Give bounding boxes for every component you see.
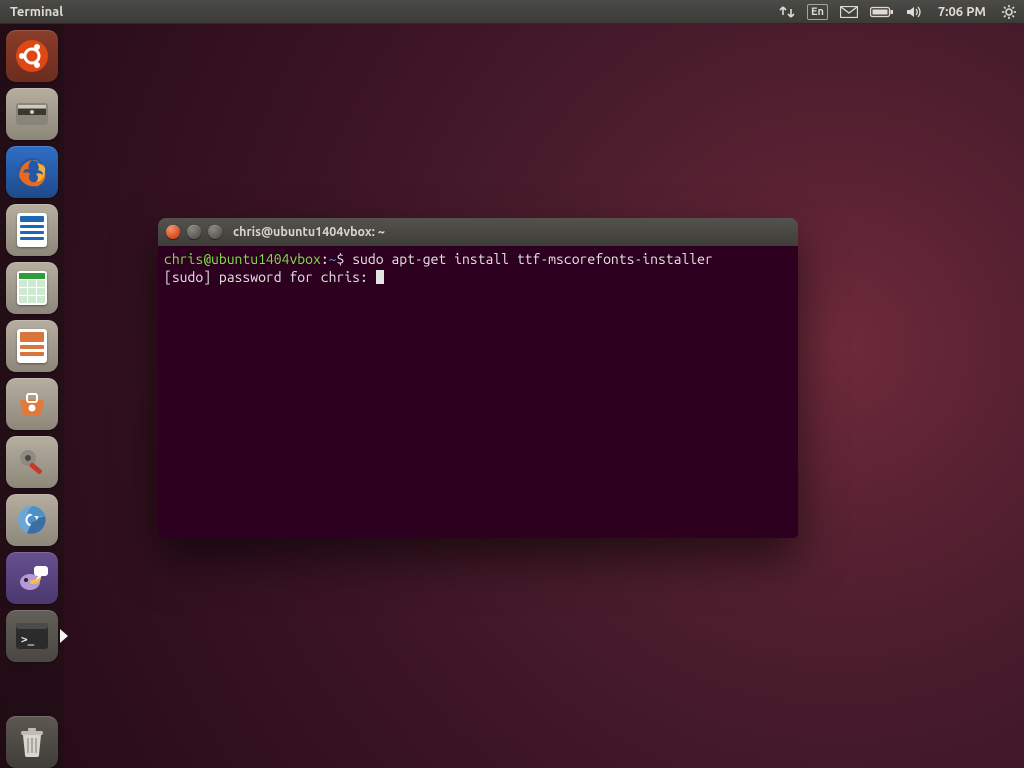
launcher-system-settings[interactable] [6,436,58,488]
launcher-pidgin[interactable] [6,552,58,604]
launcher-calc[interactable] [6,262,58,314]
software-center-icon [12,384,52,424]
impress-icon [12,326,52,366]
terminal-cursor [376,270,384,284]
settings-icon [12,442,52,482]
window-minimize-button[interactable] [187,225,201,239]
chromium-icon [12,500,52,540]
writer-icon [12,210,52,250]
keyboard-layout-indicator[interactable]: En [807,4,828,20]
launcher-terminal[interactable]: >_ [6,610,58,662]
top-panel: Terminal En 7:06 PM [0,0,1024,24]
trash-icon [12,722,52,762]
pidgin-icon [12,558,52,598]
session-gear-icon[interactable] [1002,5,1016,19]
launcher-dash[interactable] [6,30,58,82]
prompt-cwd: ~ [329,251,337,267]
indicator-area: En 7:06 PM [779,4,1024,20]
launcher-chromium[interactable] [6,494,58,546]
calc-icon [12,268,52,308]
clock[interactable]: 7:06 PM [934,5,990,19]
file-manager-icon [12,94,52,134]
terminal-command: sudo apt-get install ttf-mscorefonts-ins… [352,251,713,267]
launcher-trash[interactable] [6,716,58,768]
launcher-files[interactable] [6,88,58,140]
terminal-body[interactable]: chris@ubuntu1404vbox:~$ sudo apt-get ins… [158,246,798,538]
launcher-impress[interactable] [6,320,58,372]
sound-icon[interactable] [906,5,922,19]
terminal-window: chris@ubuntu1404vbox: ~ chris@ubuntu1404… [158,218,798,538]
active-app-label[interactable]: Terminal [0,5,73,19]
window-maximize-button[interactable] [208,225,222,239]
launcher-firefox[interactable] [6,146,58,198]
launcher-writer[interactable] [6,204,58,256]
terminal-title: chris@ubuntu1404vbox: ~ [233,225,385,239]
firefox-icon [12,152,52,192]
window-close-button[interactable] [166,225,180,239]
terminal-icon: >_ [12,616,52,656]
svg-text:>_: >_ [21,633,35,646]
battery-icon[interactable] [870,6,894,18]
messages-icon[interactable] [840,6,858,18]
terminal-output-line: [sudo] password for chris: [164,269,376,285]
terminal-titlebar[interactable]: chris@ubuntu1404vbox: ~ [158,218,798,246]
ubuntu-logo-icon [12,36,52,76]
network-icon[interactable] [779,5,795,19]
prompt-userhost: chris@ubuntu1404vbox [164,251,321,267]
launcher-software-center[interactable] [6,378,58,430]
unity-launcher: >_ [0,24,64,768]
